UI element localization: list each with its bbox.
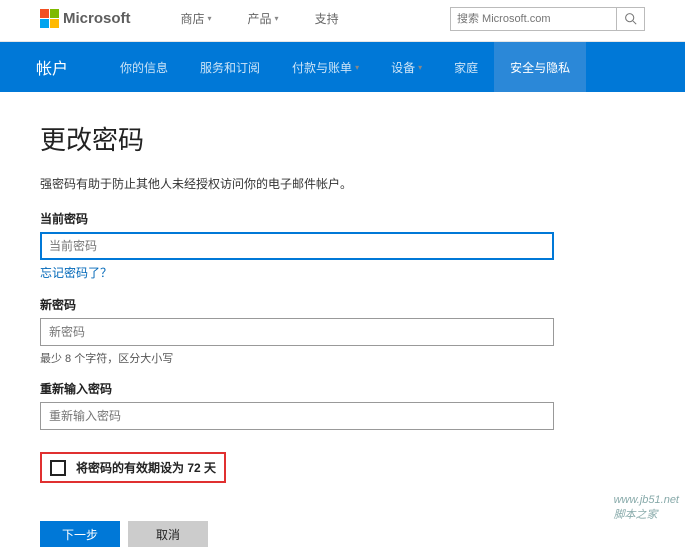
microsoft-logo-icon (40, 9, 59, 28)
top-menu: 商店 ▾ 产品 ▾ 支持 (181, 10, 339, 27)
watermark-name: 脚本之家 (614, 506, 679, 522)
top-menu-label: 商店 (181, 10, 205, 27)
button-row: 下一步 取消 (40, 521, 645, 547)
chevron-down-icon: ▾ (418, 63, 422, 72)
page-description: 强密码有助于防止其他人未经授权访问你的电子邮件帐户。 (40, 175, 645, 192)
account-navbar: 帐户 你的信息 服务和订阅 付款与账单▾ 设备▾ 家庭 安全与隐私 (0, 42, 685, 92)
watermark-site: www.jb51.net (614, 494, 679, 506)
nav-your-info[interactable]: 你的信息 (104, 42, 184, 92)
current-password-field: 当前密码 忘记密码了？ (40, 210, 645, 282)
microsoft-logo-text: Microsoft (63, 10, 131, 27)
nav-family[interactable]: 家庭 (438, 42, 494, 92)
page-heading: 更改密码 (40, 120, 645, 157)
nav-devices[interactable]: 设备▾ (375, 42, 438, 92)
password-expiry-row: 将密码的有效期设为 72 天 (40, 452, 226, 483)
new-password-input[interactable] (40, 318, 554, 346)
nav-services[interactable]: 服务和订阅 (184, 42, 276, 92)
top-menu-support[interactable]: 支持 (315, 10, 339, 27)
search-box (450, 7, 645, 31)
new-password-field: 新密码 最少 8 个字符，区分大小写 (40, 296, 645, 366)
confirm-password-label: 重新输入密码 (40, 380, 645, 397)
top-menu-label: 支持 (315, 10, 339, 27)
top-menu-label: 产品 (248, 10, 272, 27)
next-button[interactable]: 下一步 (40, 521, 120, 547)
search-input[interactable] (451, 13, 616, 25)
nav-payment[interactable]: 付款与账单▾ (276, 42, 375, 92)
chevron-down-icon: ▾ (208, 14, 212, 23)
nav-title: 帐户 (36, 42, 68, 92)
current-password-label: 当前密码 (40, 210, 645, 227)
forgot-password-link[interactable]: 忘记密码了？ (40, 264, 112, 281)
password-hint: 最少 8 个字符，区分大小写 (40, 350, 645, 366)
top-menu-store[interactable]: 商店 ▾ (181, 10, 212, 27)
password-expiry-checkbox[interactable] (50, 460, 66, 476)
top-menu-products[interactable]: 产品 ▾ (248, 10, 279, 27)
search-button[interactable] (616, 8, 644, 30)
watermark: www.jb51.net 脚本之家 (614, 494, 679, 522)
nav-security-privacy[interactable]: 安全与隐私 (494, 42, 586, 92)
current-password-input[interactable] (40, 232, 554, 260)
new-password-label: 新密码 (40, 296, 645, 313)
top-bar: Microsoft 商店 ▾ 产品 ▾ 支持 (0, 0, 685, 42)
password-expiry-label: 将密码的有效期设为 72 天 (76, 459, 216, 476)
page-content: 更改密码 强密码有助于防止其他人未经授权访问你的电子邮件帐户。 当前密码 忘记密… (0, 92, 685, 547)
microsoft-logo[interactable]: Microsoft (40, 9, 131, 28)
cancel-button[interactable]: 取消 (128, 521, 208, 547)
confirm-password-input[interactable] (40, 402, 554, 430)
chevron-down-icon: ▾ (275, 14, 279, 23)
search-icon (624, 12, 637, 25)
chevron-down-icon: ▾ (355, 63, 359, 72)
confirm-password-field: 重新输入密码 (40, 380, 645, 430)
